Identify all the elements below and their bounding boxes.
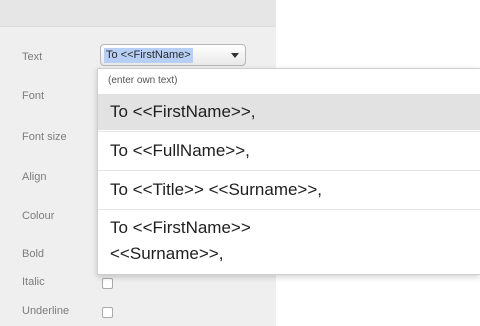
option-to-firstname[interactable]: To <<FirstName>>,	[98, 94, 480, 130]
dropdown-arrow-icon	[231, 52, 239, 58]
text-label: Text	[22, 51, 43, 63]
align-label: Align	[22, 171, 47, 183]
option-enter-own-text[interactable]: (enter own text)	[98, 69, 480, 93]
text-dropdown-list: (enter own text) To <<FirstName>>, To <<…	[97, 68, 480, 275]
italic-checkbox[interactable]	[102, 278, 113, 289]
text-select-value: To <<FirstName>	[104, 47, 193, 63]
option-line-2: <<Surname>>,	[110, 244, 224, 263]
underline-checkbox[interactable]	[102, 307, 113, 318]
option-line-1: To <<FirstName>>	[110, 218, 251, 237]
colour-label: Colour	[22, 210, 55, 222]
underline-label: Underline	[22, 305, 70, 317]
font-label: Font	[22, 90, 45, 102]
option-to-fullname[interactable]: To <<FullName>>,	[98, 131, 480, 169]
option-to-firstname-surname[interactable]: To <<FirstName>> <<Surname>>,	[98, 209, 480, 275]
option-to-title-surname[interactable]: To <<Title>> <<Surname>>,	[98, 170, 480, 208]
bold-label: Bold	[22, 248, 45, 260]
font-size-label: Font size	[22, 131, 67, 143]
panel-header	[0, 0, 276, 27]
italic-label: Italic	[22, 276, 45, 288]
text-select[interactable]: To <<FirstName>	[100, 44, 246, 66]
